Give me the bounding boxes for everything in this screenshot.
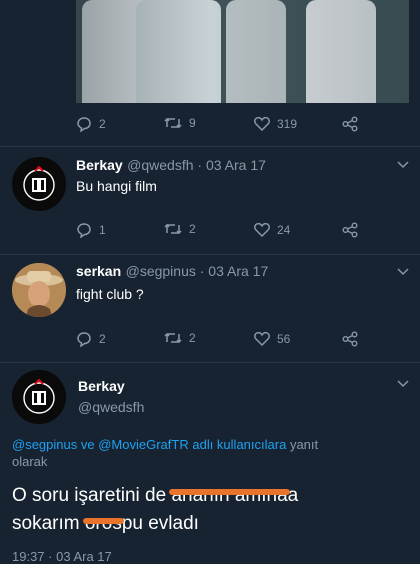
- censor-scribble: [82, 518, 124, 524]
- retweet-button[interactable]: 9: [164, 116, 196, 130]
- censor-scribble: [169, 489, 290, 495]
- tweet-header: Berkay @qwedsfh · 03 Ara 17: [76, 157, 266, 175]
- profile-photo-icon: [12, 263, 66, 317]
- heart-icon: [254, 331, 270, 346]
- retweet-count: 2: [189, 331, 196, 345]
- tweet-text-segment: O soru işaretini de: [12, 485, 167, 506]
- share-button[interactable]: [342, 116, 358, 132]
- handle-and-date[interactable]: @qwedsfh · 03 Ara 17: [127, 157, 266, 173]
- reply-count: 2: [99, 117, 106, 131]
- mention-link[interactable]: @MovieGrafTR: [98, 437, 189, 452]
- retweet-button[interactable]: 2: [164, 331, 196, 345]
- retweet-count: 2: [189, 222, 196, 236]
- retweet-icon: [164, 223, 182, 235]
- chevron-down-icon[interactable]: [397, 380, 409, 388]
- display-name[interactable]: Berkay: [76, 157, 123, 173]
- tweet-line: sokarım oros pu evladı: [12, 510, 298, 538]
- tweet-text: fight club ?: [76, 286, 144, 302]
- reply-icon: [77, 117, 91, 132]
- like-button[interactable]: 56: [254, 331, 290, 346]
- heart-icon: [254, 116, 270, 131]
- retweet-button[interactable]: 2: [164, 222, 196, 236]
- main-tweet-text: O soru işaretini de ananın amına a sokar…: [12, 482, 298, 538]
- display-name[interactable]: Berkay: [78, 378, 125, 394]
- tweet-actions: 2 2 56: [76, 331, 376, 351]
- reply-suffix-text: adlı kullanıcılara: [192, 437, 287, 452]
- reply-count: 1: [99, 223, 106, 237]
- like-button[interactable]: 24: [254, 222, 290, 237]
- avatar[interactable]: [12, 370, 66, 424]
- display-name[interactable]: serkan: [76, 263, 121, 279]
- divider: [0, 362, 420, 363]
- like-count: 56: [277, 331, 291, 346]
- tweet-actions: 1 2 24: [76, 222, 376, 242]
- retweet-icon: [164, 332, 182, 344]
- censored-text: ananın amına: [169, 482, 290, 510]
- reply-end-word: olarak: [12, 454, 48, 469]
- reply-button[interactable]: 1: [76, 222, 106, 238]
- tweet-text-segment: pu evladı: [121, 513, 199, 534]
- reply-button[interactable]: 2: [76, 331, 106, 347]
- mention-link[interactable]: @segpinus: [12, 437, 77, 452]
- like-button[interactable]: 319: [254, 116, 297, 131]
- divider: [0, 146, 420, 147]
- like-count: 24: [277, 222, 291, 237]
- tweet-media-image[interactable]: [76, 0, 409, 103]
- retweet-icon: [164, 117, 182, 129]
- like-count: 319: [277, 116, 298, 131]
- reply-and-text: ve: [80, 437, 95, 452]
- besiktas-logo-icon: [12, 157, 66, 211]
- heart-icon: [254, 222, 270, 237]
- share-icon: [342, 222, 358, 238]
- tweet-text: Bu hangi film: [76, 178, 157, 194]
- reply-icon: [77, 223, 91, 238]
- tweet-header: serkan @segpinus · 03 Ara 17: [76, 263, 268, 281]
- besiktas-logo-icon: [12, 370, 66, 424]
- reply-icon: [77, 332, 91, 347]
- handle[interactable]: @qwedsfh: [78, 399, 144, 415]
- reply-count: 2: [99, 332, 106, 346]
- tweet-line: O soru işaretini de ananın amına a: [12, 482, 298, 510]
- tweet-text-segment: sokarım: [12, 513, 80, 534]
- tweet-text-segment: a: [287, 485, 299, 506]
- reply-button[interactable]: 2: [76, 116, 106, 132]
- reply-context: @segpinus ve @MovieGrafTR adlı kullanıcı…: [12, 436, 412, 470]
- handle-and-date[interactable]: @segpinus · 03 Ara 17: [126, 263, 269, 279]
- share-icon: [342, 331, 358, 347]
- tweet-actions: 2 9 319: [76, 116, 376, 136]
- share-button[interactable]: [342, 331, 358, 347]
- chevron-down-icon[interactable]: [397, 268, 409, 276]
- avatar[interactable]: [12, 263, 66, 317]
- avatar[interactable]: [12, 157, 66, 211]
- chevron-down-icon[interactable]: [397, 161, 409, 169]
- censored-text: oros: [82, 510, 124, 538]
- share-icon: [342, 116, 358, 132]
- share-button[interactable]: [342, 222, 358, 238]
- divider: [0, 254, 420, 255]
- retweet-count: 9: [189, 116, 196, 130]
- reply-word: yanıt: [289, 437, 319, 452]
- media-shade: [76, 0, 409, 103]
